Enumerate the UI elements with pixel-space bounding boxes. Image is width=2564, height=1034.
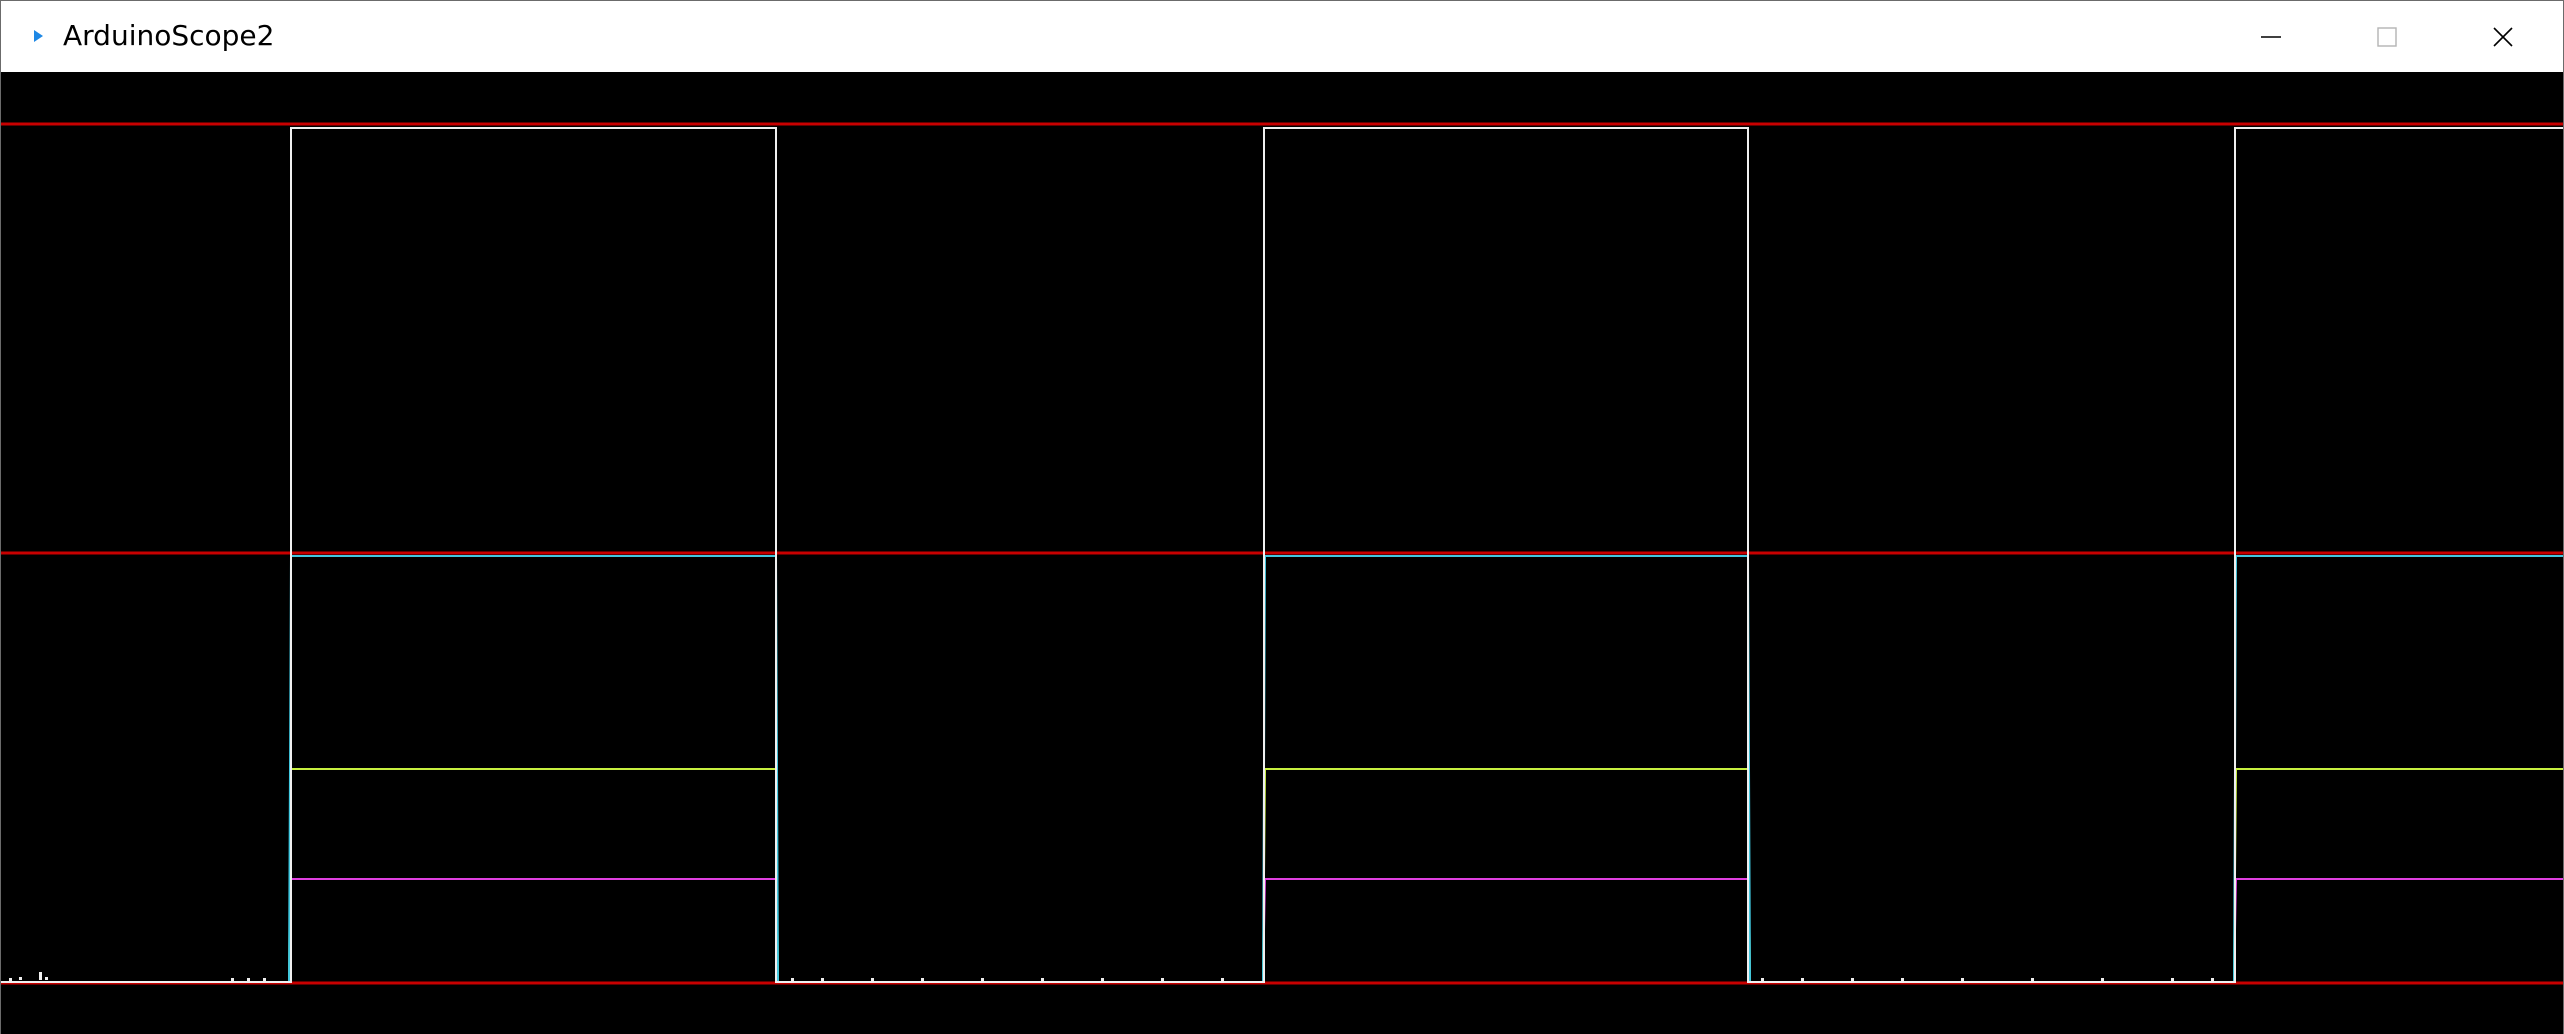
trace-channel-4 <box>1 878 2563 983</box>
app-icon <box>34 30 43 42</box>
maximize-icon <box>2377 26 2397 47</box>
close-button[interactable] <box>2445 1 2561 72</box>
close-icon <box>2493 26 2513 47</box>
title-bar[interactable]: ArduinoScope2 <box>1 1 2563 72</box>
app-window: ArduinoScope2 <box>0 0 2564 1034</box>
trace-channel-3 <box>1 768 2563 983</box>
baseline-noise <box>9 972 2214 981</box>
window-title: ArduinoScope2 <box>63 19 275 52</box>
scope-display <box>1 72 2563 1034</box>
minimize-button[interactable] <box>2213 1 2329 72</box>
minimize-icon <box>2261 35 2281 38</box>
maximize-button[interactable] <box>2329 1 2445 72</box>
